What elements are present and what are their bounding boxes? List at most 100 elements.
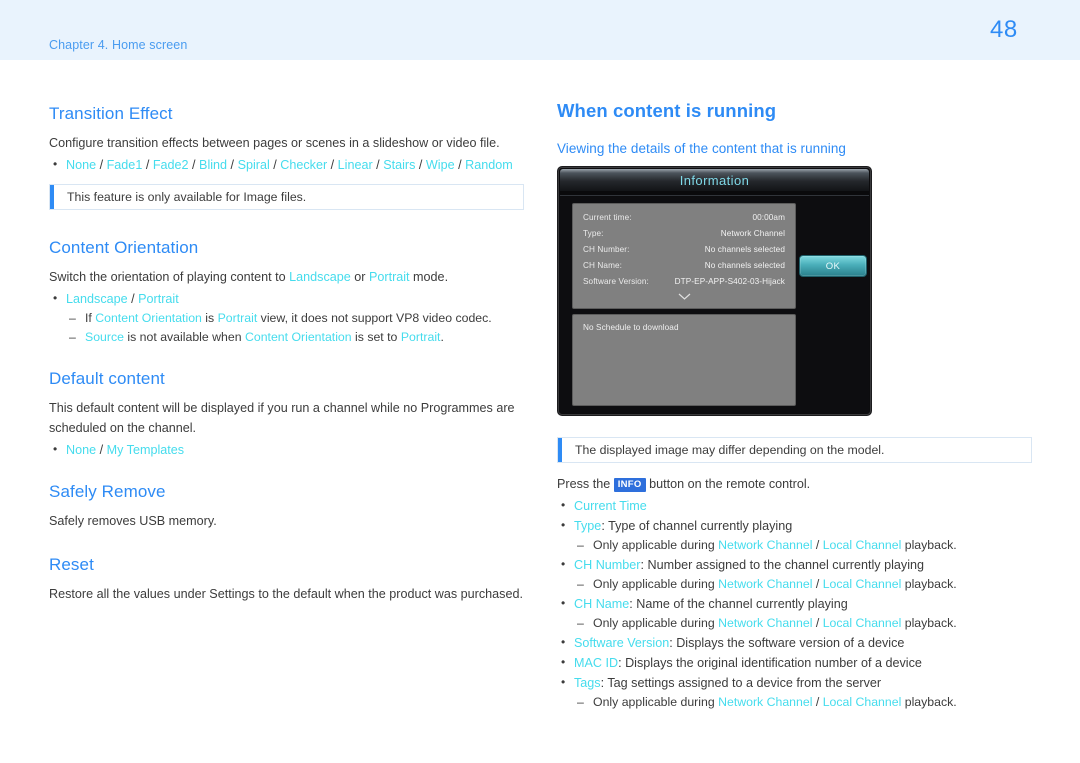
sub-term-local-channel: Local Channel bbox=[822, 695, 902, 709]
note1-term2: Content Orientation bbox=[244, 330, 352, 344]
detail-subnote: Only applicable during Network Channel /… bbox=[557, 536, 1032, 555]
term-portrait: Portrait bbox=[368, 270, 410, 284]
press-info-instruction: Press the INFO button on the remote cont… bbox=[557, 474, 1032, 494]
section-subtitle: Viewing the details of the content that … bbox=[557, 141, 846, 156]
desc-text-1: Switch the orientation of playing conten… bbox=[49, 270, 290, 284]
schedule-status-text: No Schedule to download bbox=[583, 323, 679, 332]
note1-term3: Portrait bbox=[400, 330, 441, 344]
section-reset: Reset Restore all the values under Setti… bbox=[49, 555, 524, 604]
row-label: CH Name: bbox=[583, 261, 623, 270]
option-landscape: Landscape bbox=[66, 292, 128, 306]
sub-p2: / bbox=[812, 695, 823, 709]
option-fade2: Fade2 bbox=[152, 158, 189, 172]
reset-description: Restore all the values under Settings to… bbox=[49, 587, 523, 601]
row-value: 00:00am bbox=[752, 213, 785, 222]
list-item: Only applicable during Network Channel /… bbox=[557, 614, 1032, 633]
row-label: CH Number: bbox=[583, 245, 630, 254]
section-content-orientation: Content Orientation Switch the orientati… bbox=[49, 238, 524, 347]
section-transition-effect: Transition Effect Configure transition e… bbox=[49, 104, 524, 210]
content-orientation-notes: If Content Orientation is Portrait view,… bbox=[49, 309, 524, 347]
list-item: MAC ID: Displays the original identifica… bbox=[557, 652, 1032, 673]
section-title-safely-remove: Safely Remove bbox=[49, 482, 166, 501]
option-my-templates: My Templates bbox=[106, 443, 185, 457]
list-item: Landscape / Portrait bbox=[49, 288, 524, 309]
detail-desc: : Displays the original identification n… bbox=[618, 656, 922, 670]
row-value: DTP-EP-APP-S402-03-Hijack bbox=[674, 277, 785, 286]
list-item: Only applicable during Network Channel /… bbox=[557, 536, 1032, 555]
device-body: Current time: 00:00am Type: Network Chan… bbox=[560, 197, 869, 413]
sub-term-network-channel: Network Channel bbox=[718, 577, 813, 591]
transition-effect-options-list: None / Fade1 / Fade2 / Blind / Spiral / … bbox=[49, 154, 524, 175]
list-item: Only applicable during Network Channel /… bbox=[557, 575, 1032, 594]
list-item: Tags: Tag settings assigned to a device … bbox=[557, 672, 1032, 693]
row-value: No channels selected bbox=[704, 261, 785, 270]
sub-term-network-channel: Network Channel bbox=[718, 538, 813, 552]
desc-text-2: mode. bbox=[409, 270, 449, 284]
list-item: If Content Orientation is Portrait view,… bbox=[49, 309, 524, 328]
note-box-transition-effect: This feature is only available for Image… bbox=[49, 184, 524, 210]
note1-p4: . bbox=[440, 330, 444, 344]
sub-p1: Only applicable during bbox=[593, 616, 719, 630]
list-item: None / Fade1 / Fade2 / Blind / Spiral / … bbox=[49, 154, 524, 175]
sub-term-local-channel: Local Channel bbox=[822, 538, 902, 552]
option-fade1: Fade1 bbox=[106, 158, 143, 172]
detail-term-ch-name: CH Name bbox=[574, 597, 630, 611]
note0-term2: Portrait bbox=[217, 311, 258, 325]
content-orientation-description: Switch the orientation of playing conten… bbox=[49, 267, 524, 287]
press-before-text: Press the bbox=[557, 477, 614, 491]
note-accent-bar bbox=[558, 438, 562, 462]
note-box-model-disclaimer: The displayed image may differ depending… bbox=[557, 437, 1032, 463]
detail-subnote: Only applicable during Network Channel /… bbox=[557, 693, 1032, 712]
device-screenshot: Information Current time: 00:00am Type: … bbox=[557, 166, 872, 416]
ok-button[interactable]: OK bbox=[799, 255, 867, 277]
option-spiral: Spiral bbox=[237, 158, 270, 172]
list-item: Software Version: Displays the software … bbox=[557, 632, 1032, 653]
sub-p3: playback. bbox=[901, 577, 957, 591]
option-stairs: Stairs bbox=[383, 158, 416, 172]
list-item: CH Number: Number assigned to the channe… bbox=[557, 554, 1032, 575]
section-safely-remove: Safely Remove Safely removes USB memory. bbox=[49, 482, 524, 531]
note1-term1: Source bbox=[85, 330, 124, 344]
note-accent-bar bbox=[50, 185, 54, 209]
list-item: Current Time bbox=[557, 495, 1032, 516]
safely-remove-description: Safely removes USB memory. bbox=[49, 514, 217, 528]
sub-term-local-channel: Local Channel bbox=[822, 616, 902, 630]
section-title-transition-effect: Transition Effect bbox=[49, 104, 173, 123]
sub-p2: / bbox=[812, 538, 823, 552]
default-content-description: This default content will be displayed i… bbox=[49, 401, 515, 435]
sub-p1: Only applicable during bbox=[593, 538, 719, 552]
info-button-badge: INFO bbox=[613, 478, 646, 492]
desc-text-mid: or bbox=[350, 270, 369, 284]
section-title-content-orientation: Content Orientation bbox=[49, 238, 199, 257]
note0-p1: If bbox=[85, 311, 96, 325]
option-wipe: Wipe bbox=[425, 158, 455, 172]
note1-p3: is set to bbox=[351, 330, 401, 344]
section-title-default-content: Default content bbox=[49, 369, 165, 388]
table-row: CH Number: No channels selected bbox=[581, 242, 787, 258]
device-titlebar-underline bbox=[560, 191, 869, 196]
detail-items-list: Current Time Type: Type of channel curre… bbox=[557, 495, 1032, 712]
detail-desc: : Type of channel currently playing bbox=[601, 519, 793, 533]
option-none-default: None bbox=[66, 443, 97, 457]
sub-term-network-channel: Network Channel bbox=[718, 695, 813, 709]
note1-p2: is not available when bbox=[123, 330, 245, 344]
detail-desc: : Tag settings assigned to a device from… bbox=[600, 676, 882, 690]
table-row: Current time: 00:00am bbox=[581, 210, 787, 226]
list-item: Source is not available when Content Ori… bbox=[49, 328, 524, 347]
sub-term-local-channel: Local Channel bbox=[822, 577, 902, 591]
breadcrumb-chapter: Chapter 4. Home screen bbox=[49, 38, 188, 52]
device-titlebar: Information bbox=[560, 169, 869, 191]
chevron-down-icon[interactable] bbox=[581, 293, 787, 303]
information-pane: Current time: 00:00am Type: Network Chan… bbox=[572, 203, 796, 309]
detail-term-ch-number: CH Number bbox=[574, 558, 641, 572]
detail-subnote: Only applicable during Network Channel /… bbox=[557, 575, 1032, 594]
page-number: 48 bbox=[990, 16, 1018, 43]
transition-effect-description: Configure transition effects between pag… bbox=[49, 136, 500, 150]
device-window-title: Information bbox=[679, 172, 750, 188]
section-default-content: Default content This default content wil… bbox=[49, 369, 524, 460]
detail-desc: : Number assigned to the channel current… bbox=[640, 558, 925, 572]
detail-term-software-version: Software Version bbox=[574, 636, 670, 650]
option-linear: Linear bbox=[337, 158, 373, 172]
sub-p2: / bbox=[812, 616, 823, 630]
detail-term-current-time: Current Time bbox=[574, 499, 647, 513]
